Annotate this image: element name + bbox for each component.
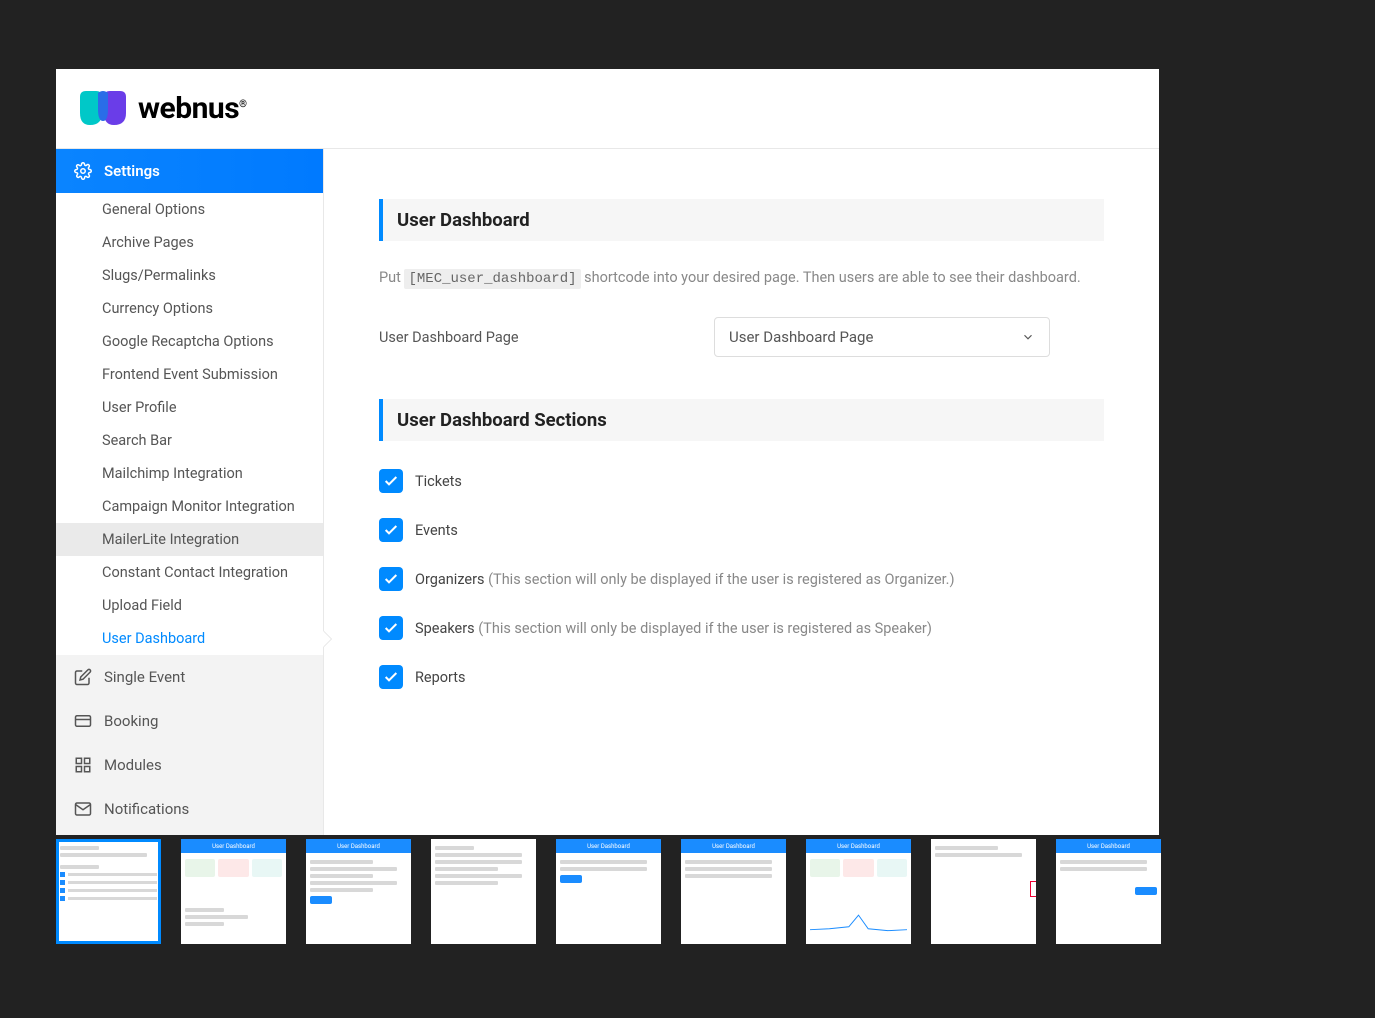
checkbox-row-speakers: Speakers (This section will only be disp… [379,616,1104,640]
sidebar-sub-slugs-permalinks[interactable]: Slugs/Permalinks [56,259,323,292]
body: Settings General Options Archive Pages S… [56,149,1159,835]
check-icon [383,571,399,587]
sidebar-sub-list: General Options Archive Pages Slugs/Perm… [56,193,323,655]
checkbox-tickets[interactable] [379,469,403,493]
webnus-logo-icon [78,89,128,129]
select-value: User Dashboard Page [729,328,873,346]
check-icon [383,620,399,636]
sidebar-sub-google-recaptcha-options[interactable]: Google Recaptcha Options [56,325,323,358]
checkbox-label: Tickets [415,473,462,490]
checkbox-reports[interactable] [379,665,403,689]
sidebar-item-label: Notifications [104,800,189,818]
sidebar-item-single-event[interactable]: Single Event [56,655,323,699]
mail-icon [74,800,92,818]
sidebar-sub-frontend-event-submission[interactable]: Frontend Event Submission [56,358,323,391]
user-dashboard-page-row: User Dashboard Page User Dashboard Page [379,317,1104,357]
sidebar-sub-mailerlite-integration[interactable]: MailerLite Integration [56,523,323,556]
thumbnail-9[interactable]: User Dashboard [1056,839,1161,944]
checkbox-row-tickets: Tickets [379,469,1104,493]
thumbnail-7[interactable]: User Dashboard [806,839,911,944]
sidebar-item-settings[interactable]: Settings [56,149,323,193]
checkbox-speakers[interactable] [379,616,403,640]
user-dashboard-page-select[interactable]: User Dashboard Page [714,317,1050,357]
thumbnail-3[interactable]: User Dashboard [306,839,411,944]
sidebar-item-label: Modules [104,756,162,774]
thumbnail-strip: User Dashboard User Dashboard User Dashb… [56,839,1319,945]
sidebar-sub-campaign-monitor-integration[interactable]: Campaign Monitor Integration [56,490,323,523]
gear-icon [74,162,92,180]
check-icon [383,522,399,538]
sidebar-sub-general-options[interactable]: General Options [56,193,323,226]
sidebar: Settings General Options Archive Pages S… [56,149,324,835]
main-content: User Dashboard Put [MEC_user_dashboard] … [324,149,1159,835]
sidebar-sub-mailchimp-integration[interactable]: Mailchimp Integration [56,457,323,490]
thumbnail-1[interactable] [56,839,161,944]
sidebar-sub-currency-options[interactable]: Currency Options [56,292,323,325]
user-dashboard-page-label: User Dashboard Page [379,329,714,346]
sidebar-sub-search-bar[interactable]: Search Bar [56,424,323,457]
checkbox-row-reports: Reports [379,665,1104,689]
sidebar-sub-archive-pages[interactable]: Archive Pages [56,226,323,259]
check-icon [383,669,399,685]
checkbox-row-organizers: Organizers (This section will only be di… [379,567,1104,591]
sidebar-sub-user-dashboard[interactable]: User Dashboard [56,622,323,655]
sidebar-item-booking[interactable]: Booking [56,699,323,743]
edit-icon [74,668,92,686]
sidebar-sub-constant-contact-integration[interactable]: Constant Contact Integration [56,556,323,589]
thumbnail-4[interactable] [431,839,536,944]
checkbox-events[interactable] [379,518,403,542]
sidebar-item-label: Settings [104,162,160,180]
checkbox-label: Organizers (This section will only be di… [415,571,955,588]
shortcode-chip: [MEC_user_dashboard] [404,269,580,289]
thumbnail-8[interactable] [931,839,1036,944]
sidebar-item-modules[interactable]: Modules [56,743,323,787]
chevron-down-icon [1021,330,1035,344]
checkbox-label: Speakers (This section will only be disp… [415,620,932,637]
sidebar-sub-user-profile[interactable]: User Profile [56,391,323,424]
sidebar-item-label: Booking [104,712,158,730]
grid-icon [74,756,92,774]
brand-logo: webnus® [78,89,247,129]
section-header-user-dashboard-sections: User Dashboard Sections [379,399,1104,441]
section-header-user-dashboard: User Dashboard [379,199,1104,241]
checkbox-label: Events [415,522,458,539]
thumbnail-2[interactable]: User Dashboard [181,839,286,944]
brand-name: webnus® [138,91,247,126]
checkbox-organizers[interactable] [379,567,403,591]
checkbox-row-events: Events [379,518,1104,542]
sidebar-item-label: Single Event [104,668,185,686]
check-icon [383,473,399,489]
header: webnus® [56,69,1159,149]
checkbox-label: Reports [415,669,466,686]
credit-card-icon [74,712,92,730]
sidebar-item-notifications[interactable]: Notifications [56,787,323,831]
thumbnail-6[interactable]: User Dashboard [681,839,786,944]
sidebar-sub-upload-field[interactable]: Upload Field [56,589,323,622]
app-window: webnus® Settings General Options Archive… [56,69,1159,835]
shortcode-help-text: Put [MEC_user_dashboard] shortcode into … [379,269,1104,287]
thumbnail-5[interactable]: User Dashboard [556,839,661,944]
